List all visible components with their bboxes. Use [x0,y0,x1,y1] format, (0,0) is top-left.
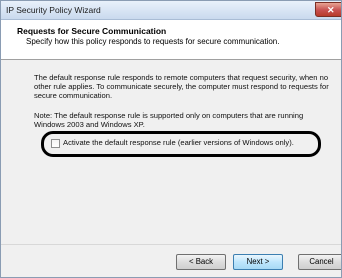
wizard-header: Requests for Secure Communication Specif… [1,20,341,60]
footer-divider [1,244,341,245]
note-paragraph: Note: The default response rule is suppo… [34,111,304,129]
back-button[interactable]: < Back [176,254,226,270]
page-title: Requests for Secure Communication [17,26,167,36]
activate-default-rule-checkbox[interactable] [51,139,60,148]
next-button[interactable]: Next > [233,254,283,270]
activate-default-rule-label[interactable]: Activate the default response rule (earl… [63,138,294,147]
title-bar[interactable]: IP Security Policy Wizard ✕ [1,1,341,20]
wizard-window: IP Security Policy Wizard ✕ Requests for… [0,0,342,278]
page-subtitle: Specify how this policy responds to requ… [26,37,280,46]
description-paragraph: The default response rule responds to re… [34,73,329,100]
cancel-button[interactable]: Cancel [298,254,341,270]
close-button[interactable]: ✕ [315,2,341,17]
close-icon: ✕ [327,5,335,15]
window-title: IP Security Policy Wizard [6,5,101,15]
